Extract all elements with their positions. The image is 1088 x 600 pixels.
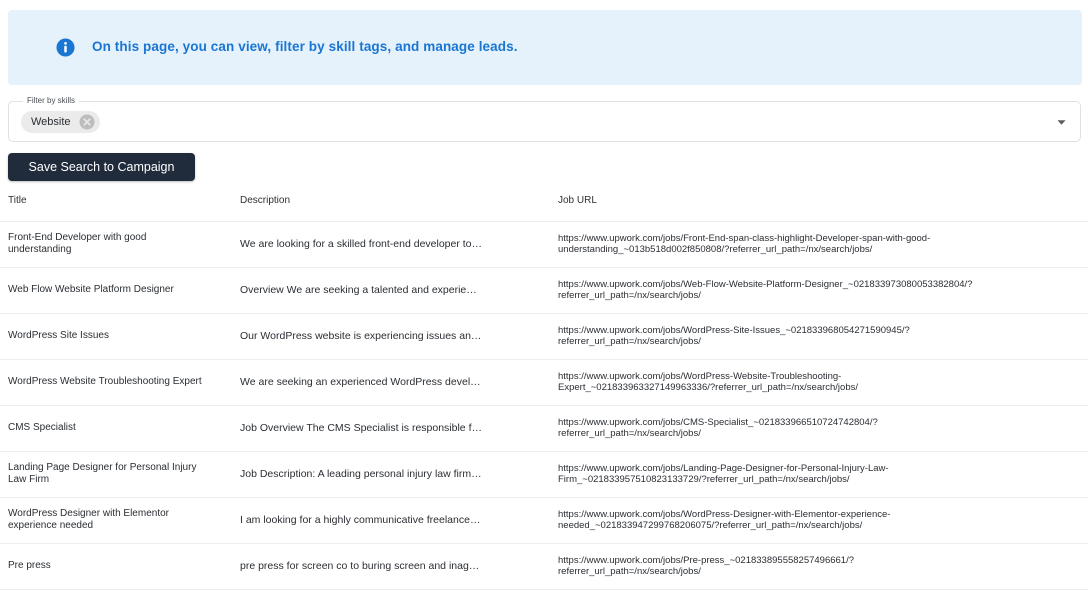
skill-chip-label: Website: [31, 116, 71, 128]
table-row[interactable]: WordPress Website Troubleshooting Expert…: [0, 359, 1088, 406]
row-title: Web Flow Website Platform Designer: [8, 284, 174, 295]
row-job-url-line: https://www.upwork.com/jobs/Web-Flow-Web…: [558, 279, 973, 290]
table-header-row: Title Description Job URL: [0, 181, 1088, 222]
skills-filter-select[interactable]: Filter by skills Website: [8, 96, 1081, 142]
row-description: I am looking for a highly communicative …: [240, 514, 481, 526]
skills-filter-label: Filter by skills: [23, 96, 80, 106]
row-description: We are looking for a skilled front-end d…: [240, 238, 483, 250]
column-header-description[interactable]: Description: [232, 181, 550, 222]
info-banner-text: On this page, you can view, filter by sk…: [92, 39, 518, 54]
row-description: Job Overview The CMS Specialist is respo…: [240, 422, 482, 434]
row-title: WordPress Designer with Elementor experi…: [8, 508, 169, 531]
row-title: WordPress Site Issues: [8, 330, 109, 341]
table-row[interactable]: WordPress Designer with Elementor experi…: [0, 497, 1088, 544]
table-row[interactable]: Front-End Developer with good understand…: [0, 221, 1088, 268]
row-title: Landing Page Designer for Personal Injur…: [8, 462, 197, 485]
row-description: Our WordPress website is experiencing is…: [240, 330, 482, 342]
table-row[interactable]: Landing Page Designer for Personal Injur…: [0, 451, 1088, 498]
row-description: Job Description: A leading personal inju…: [240, 468, 482, 480]
row-job-url-line: understanding_~013b518d002f850808/?refer…: [558, 244, 873, 255]
row-description: Overview We are seeking a talented and e…: [240, 284, 477, 296]
row-job-url-line: https://www.upwork.com/jobs/WordPress-Si…: [558, 325, 910, 336]
row-title: WordPress Website Troubleshooting Expert: [8, 376, 202, 387]
skill-chip-website[interactable]: Website: [21, 111, 100, 133]
table-row[interactable]: Web Flow Website Platform Designer Overv…: [0, 267, 1088, 314]
row-job-url-line: referrer_url_path=/nx/search/jobs/: [558, 336, 701, 347]
save-search-to-campaign-button[interactable]: Save Search to Campaign: [8, 153, 195, 181]
table-row[interactable]: WordPress Site Issues Our WordPress webs…: [0, 313, 1088, 360]
table-row[interactable]: Pre press pre press for screen co to bur…: [0, 543, 1088, 590]
row-description: We are seeking an experienced WordPress …: [240, 376, 481, 388]
leads-page: On this page, you can view, filter by sk…: [0, 0, 1088, 600]
leads-table: Title Description Job URL Front-End Deve…: [0, 181, 1088, 590]
row-job-url[interactable]: https://www.upwork.com/jobs/Front-End-sp…: [558, 233, 1088, 255]
row-job-url-line: https://www.upwork.com/jobs/Landing-Page…: [558, 463, 889, 474]
row-title: Front-End Developer with good understand…: [8, 232, 147, 255]
row-job-url[interactable]: https://www.upwork.com/jobs/Web-Flow-Web…: [558, 279, 1088, 301]
row-description: pre press for screen co to buring screen…: [240, 560, 480, 572]
info-icon: [56, 38, 75, 57]
row-job-url-line: https://www.upwork.com/jobs/WordPress-De…: [558, 509, 891, 520]
info-banner: On this page, you can view, filter by sk…: [8, 10, 1082, 85]
row-job-url-line: referrer_url_path=/nx/search/jobs/: [558, 566, 701, 577]
chip-delete-icon[interactable]: [79, 114, 95, 130]
row-job-url[interactable]: https://www.upwork.com/jobs/Landing-Page…: [558, 463, 1088, 485]
row-job-url-line: Expert_~021833963327149963336/?referrer_…: [558, 382, 859, 393]
column-header-job-url[interactable]: Job URL: [550, 181, 1088, 222]
row-job-url-line: https://www.upwork.com/jobs/Pre-press_~0…: [558, 555, 855, 566]
row-job-url-line: referrer_url_path=/nx/search/jobs/: [558, 428, 701, 439]
row-job-url-line: https://www.upwork.com/jobs/Front-End-sp…: [558, 233, 931, 244]
arrow-drop-down-icon[interactable]: [1057, 118, 1066, 127]
row-title: Pre press: [8, 560, 51, 571]
row-job-url-line: Firm_~021833957510823133729/?referrer_ur…: [558, 474, 850, 485]
row-title: CMS Specialist: [8, 422, 76, 433]
row-job-url-line: https://www.upwork.com/jobs/WordPress-We…: [558, 371, 842, 382]
row-job-url[interactable]: https://www.upwork.com/jobs/Pre-press_~0…: [558, 555, 1088, 577]
row-job-url-line: needed_~021833947299768206075/?referrer_…: [558, 520, 863, 531]
row-job-url-line: referrer_url_path=/nx/search/jobs/: [558, 290, 701, 301]
column-header-title[interactable]: Title: [0, 181, 232, 222]
row-job-url-line: https://www.upwork.com/jobs/CMS-Speciali…: [558, 417, 878, 428]
row-job-url[interactable]: https://www.upwork.com/jobs/WordPress-We…: [558, 371, 1088, 393]
row-job-url[interactable]: https://www.upwork.com/jobs/WordPress-De…: [558, 509, 1088, 531]
table-row[interactable]: CMS Specialist Job Overview The CMS Spec…: [0, 405, 1088, 452]
row-job-url[interactable]: https://www.upwork.com/jobs/CMS-Speciali…: [558, 417, 1088, 439]
row-job-url[interactable]: https://www.upwork.com/jobs/WordPress-Si…: [558, 325, 1088, 347]
